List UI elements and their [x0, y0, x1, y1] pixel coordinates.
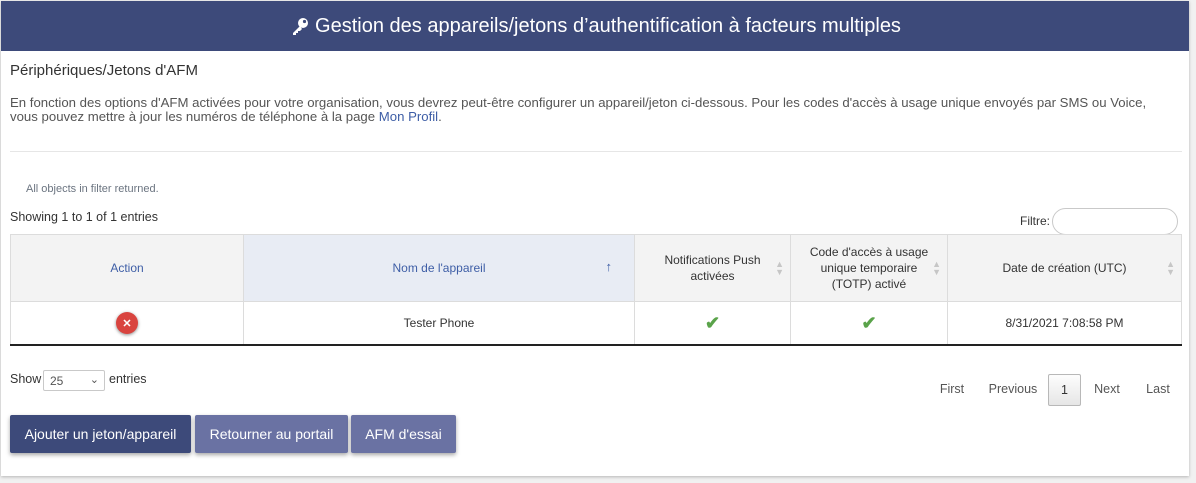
sort-icon: ▲ ▼ [932, 259, 941, 277]
pagination-last[interactable]: Last [1141, 374, 1175, 404]
filter-label: Filtre: [1020, 214, 1050, 228]
sort-icon: ▲ ▼ [775, 259, 784, 277]
totp-enabled-cell: ✔ [790, 301, 948, 346]
device-name-cell: Tester Phone [243, 301, 635, 346]
entries-select-value: 25 [50, 373, 64, 388]
pagination-first[interactable]: First [934, 374, 970, 404]
entries-select[interactable]: 25 ⌄ [43, 370, 105, 391]
test-mfa-button[interactable]: AFM d'essai [351, 415, 456, 453]
section-title: Périphériques/Jetons d'AFM [10, 62, 198, 79]
description-text: En fonction des options d'AFM activées p… [10, 95, 1147, 124]
return-portal-button[interactable]: Retourner au portail [195, 415, 348, 453]
chevron-down-icon: ⌄ [89, 374, 99, 386]
add-token-button[interactable]: Ajouter un jeton/appareil [10, 415, 191, 453]
pagination-next[interactable]: Next [1090, 374, 1124, 404]
pagination-current-page[interactable]: 1 [1048, 374, 1081, 406]
column-header-device-name[interactable]: Nom de l'appareil ↑ [243, 234, 635, 302]
page-header: Gestion des appareils/jetons d’authentif… [1, 1, 1189, 51]
filter-input[interactable] [1052, 208, 1178, 235]
push-enabled-cell: ✔ [634, 301, 791, 346]
created-date-cell: 8/31/2021 7:08:58 PM [947, 301, 1182, 346]
delete-icon[interactable]: ✕ [116, 312, 138, 334]
show-label: Show [10, 372, 42, 386]
column-header-totp[interactable]: Code d'accès à usage unique temporaire (… [790, 234, 948, 302]
filter-message: All objects in filter returned. [26, 183, 159, 195]
column-header-created[interactable]: Date de création (UTC) ▲ ▼ [947, 234, 1182, 302]
column-header-push[interactable]: Notifications Push activées ▲ ▼ [634, 234, 791, 302]
mfa-panel: Gestion des appareils/jetons d’authentif… [1, 1, 1189, 476]
check-icon: ✔ [704, 312, 721, 333]
description-end: . [438, 109, 442, 124]
pagination-previous[interactable]: Previous [984, 374, 1042, 404]
table-info: Showing 1 to 1 of 1 entries [10, 210, 159, 224]
sort-ascending-icon: ↑ [605, 259, 613, 274]
table-row: ✕ Tester Phone ✔ ✔ 8/31/2021 7:08:58 PM [10, 301, 1182, 346]
page-title: Gestion des appareils/jetons d’authentif… [315, 14, 901, 37]
my-profile-link[interactable]: Mon Profil [379, 109, 438, 124]
check-icon: ✔ [861, 312, 877, 333]
sort-icon: ▲ ▼ [1166, 259, 1175, 277]
entries-label: entries [109, 372, 147, 386]
description: En fonction des options d'AFM activées p… [10, 96, 1175, 124]
column-header-action[interactable]: Action [10, 234, 244, 302]
key-icon [289, 15, 311, 37]
divider [10, 151, 1182, 152]
devices-table: Action Nom de l'appareil ↑ Notifications … [10, 234, 1182, 346]
action-cell: ✕ [10, 301, 244, 346]
